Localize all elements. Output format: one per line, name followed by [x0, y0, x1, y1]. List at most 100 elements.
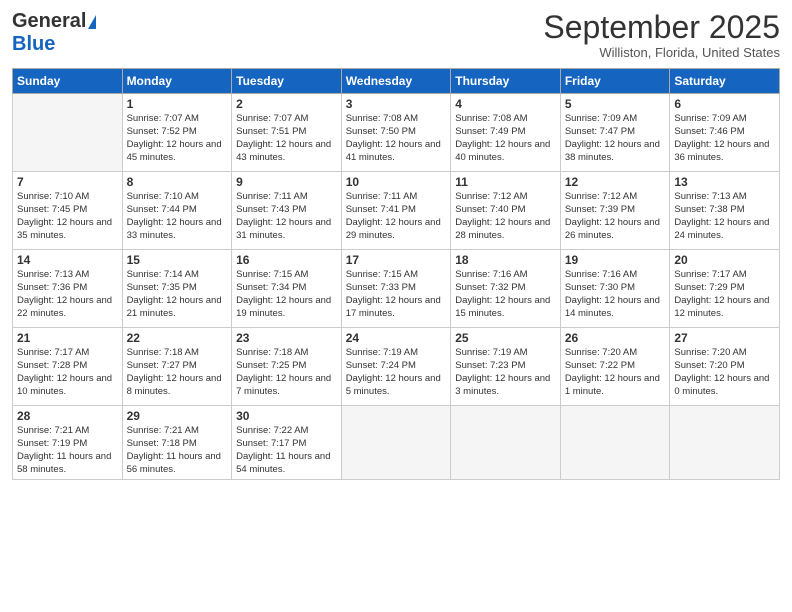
week-row-2: 7 Sunrise: 7:10 AMSunset: 7:45 PMDaylight…	[13, 172, 780, 250]
cell-details: Sunrise: 7:13 AMSunset: 7:36 PMDaylight:…	[17, 269, 118, 320]
day-number: 4	[455, 97, 556, 111]
cell-details: Sunrise: 7:12 AMSunset: 7:39 PMDaylight:…	[565, 191, 666, 242]
col-friday: Friday	[560, 69, 670, 94]
day-number: 28	[17, 409, 118, 423]
day-number: 7	[17, 175, 118, 189]
day-number: 12	[565, 175, 666, 189]
week-row-5: 28 Sunrise: 7:21 AMSunset: 7:19 PMDayligh…	[13, 406, 780, 480]
week-row-4: 21 Sunrise: 7:17 AMSunset: 7:28 PMDayligh…	[13, 328, 780, 406]
calendar-cell: 14 Sunrise: 7:13 AMSunset: 7:36 PMDayligh…	[13, 250, 123, 328]
day-number: 8	[127, 175, 228, 189]
cell-details: Sunrise: 7:11 AMSunset: 7:41 PMDaylight:…	[346, 191, 447, 242]
cell-details: Sunrise: 7:20 AMSunset: 7:20 PMDaylight:…	[674, 347, 775, 398]
calendar-cell: 19 Sunrise: 7:16 AMSunset: 7:30 PMDayligh…	[560, 250, 670, 328]
month-title: September 2025	[543, 10, 780, 45]
logo-general: General	[12, 10, 86, 33]
calendar-cell: 1 Sunrise: 7:07 AMSunset: 7:52 PMDaylight…	[122, 94, 232, 172]
calendar-cell: 23Sunrise: 7:18 AMSunset: 7:25 PMDayligh…	[232, 328, 342, 406]
day-number: 6	[674, 97, 775, 111]
day-number: 21	[17, 331, 118, 345]
calendar-cell: 24Sunrise: 7:19 AMSunset: 7:24 PMDayligh…	[341, 328, 451, 406]
day-number: 22	[127, 331, 228, 345]
cell-details: Sunrise: 7:15 AMSunset: 7:33 PMDaylight:…	[346, 269, 447, 320]
calendar-cell: 30 Sunrise: 7:22 AMSunset: 7:17 PMDayligh…	[232, 406, 342, 480]
col-tuesday: Tuesday	[232, 69, 342, 94]
cell-details: Sunrise: 7:10 AMSunset: 7:45 PMDaylight:…	[17, 191, 118, 242]
calendar-cell: 7 Sunrise: 7:10 AMSunset: 7:45 PMDaylight…	[13, 172, 123, 250]
logo-blue: Blue	[12, 33, 55, 56]
day-number: 25	[455, 331, 556, 345]
day-number: 1	[127, 97, 228, 111]
calendar-cell: 17 Sunrise: 7:15 AMSunset: 7:33 PMDayligh…	[341, 250, 451, 328]
cell-details: Sunrise: 7:18 AMSunset: 7:27 PMDaylight:…	[127, 347, 228, 398]
calendar-cell: 5 Sunrise: 7:09 AMSunset: 7:47 PMDaylight…	[560, 94, 670, 172]
cell-details: Sunrise: 7:21 AMSunset: 7:18 PMDaylight:…	[127, 425, 228, 476]
cell-details: Sunrise: 7:12 AMSunset: 7:40 PMDaylight:…	[455, 191, 556, 242]
col-monday: Monday	[122, 69, 232, 94]
week-row-3: 14 Sunrise: 7:13 AMSunset: 7:36 PMDayligh…	[13, 250, 780, 328]
cell-details: Sunrise: 7:17 AMSunset: 7:28 PMDaylight:…	[17, 347, 118, 398]
cell-details: Sunrise: 7:18 AMSunset: 7:25 PMDaylight:…	[236, 347, 337, 398]
day-number: 19	[565, 253, 666, 267]
cell-details: Sunrise: 7:19 AMSunset: 7:23 PMDaylight:…	[455, 347, 556, 398]
col-wednesday: Wednesday	[341, 69, 451, 94]
day-number: 17	[346, 253, 447, 267]
calendar-cell: 12 Sunrise: 7:12 AMSunset: 7:39 PMDayligh…	[560, 172, 670, 250]
calendar-cell	[451, 406, 561, 480]
day-number: 29	[127, 409, 228, 423]
day-number: 11	[455, 175, 556, 189]
calendar-cell	[341, 406, 451, 480]
calendar-cell: 26 Sunrise: 7:20 AMSunset: 7:22 PMDayligh…	[560, 328, 670, 406]
calendar-table: Sunday Monday Tuesday Wednesday Thursday…	[12, 68, 780, 480]
day-number: 30	[236, 409, 337, 423]
cell-details: Sunrise: 7:10 AMSunset: 7:44 PMDaylight:…	[127, 191, 228, 242]
cell-details: Sunrise: 7:22 AMSunset: 7:17 PMDaylight:…	[236, 425, 337, 476]
col-sunday: Sunday	[13, 69, 123, 94]
logo: General Blue	[12, 10, 96, 56]
cell-details: Sunrise: 7:20 AMSunset: 7:22 PMDaylight:…	[565, 347, 666, 398]
day-number: 24	[346, 331, 447, 345]
calendar-cell: 10 Sunrise: 7:11 AMSunset: 7:41 PMDayligh…	[341, 172, 451, 250]
day-number: 27	[674, 331, 775, 345]
calendar-cell: 20 Sunrise: 7:17 AMSunset: 7:29 PMDayligh…	[670, 250, 780, 328]
day-number: 15	[127, 253, 228, 267]
calendar-cell: 16Sunrise: 7:15 AMSunset: 7:34 PMDayligh…	[232, 250, 342, 328]
day-number: 18	[455, 253, 556, 267]
day-number: 13	[674, 175, 775, 189]
cell-details: Sunrise: 7:17 AMSunset: 7:29 PMDaylight:…	[674, 269, 775, 320]
header-row: Sunday Monday Tuesday Wednesday Thursday…	[13, 69, 780, 94]
day-number: 9	[236, 175, 337, 189]
day-number: 3	[346, 97, 447, 111]
cell-details: Sunrise: 7:08 AMSunset: 7:49 PMDaylight:…	[455, 113, 556, 164]
col-thursday: Thursday	[451, 69, 561, 94]
day-number: 26	[565, 331, 666, 345]
col-saturday: Saturday	[670, 69, 780, 94]
calendar-cell: 9Sunrise: 7:11 AMSunset: 7:43 PMDaylight…	[232, 172, 342, 250]
cell-details: Sunrise: 7:16 AMSunset: 7:30 PMDaylight:…	[565, 269, 666, 320]
header: General Blue September 2025 Williston, F…	[12, 10, 780, 60]
cell-details: Sunrise: 7:07 AMSunset: 7:51 PMDaylight:…	[236, 113, 337, 164]
location: Williston, Florida, United States	[543, 45, 780, 60]
cell-details: Sunrise: 7:09 AMSunset: 7:47 PMDaylight:…	[565, 113, 666, 164]
calendar-cell: 4 Sunrise: 7:08 AMSunset: 7:49 PMDaylight…	[451, 94, 561, 172]
cell-details: Sunrise: 7:21 AMSunset: 7:19 PMDaylight:…	[17, 425, 118, 476]
calendar-cell: 8 Sunrise: 7:10 AMSunset: 7:44 PMDaylight…	[122, 172, 232, 250]
calendar-cell: 25 Sunrise: 7:19 AMSunset: 7:23 PMDayligh…	[451, 328, 561, 406]
calendar-cell: 11 Sunrise: 7:12 AMSunset: 7:40 PMDayligh…	[451, 172, 561, 250]
day-number: 10	[346, 175, 447, 189]
title-block: September 2025 Williston, Florida, Unite…	[543, 10, 780, 60]
calendar-cell	[670, 406, 780, 480]
week-row-1: 1 Sunrise: 7:07 AMSunset: 7:52 PMDaylight…	[13, 94, 780, 172]
day-number: 5	[565, 97, 666, 111]
calendar-cell: 18Sunrise: 7:16 AMSunset: 7:32 PMDayligh…	[451, 250, 561, 328]
cell-details: Sunrise: 7:08 AMSunset: 7:50 PMDaylight:…	[346, 113, 447, 164]
day-number: 20	[674, 253, 775, 267]
calendar-cell	[13, 94, 123, 172]
cell-details: Sunrise: 7:07 AMSunset: 7:52 PMDaylight:…	[127, 113, 228, 164]
cell-details: Sunrise: 7:13 AMSunset: 7:38 PMDaylight:…	[674, 191, 775, 242]
calendar-cell: 29 Sunrise: 7:21 AMSunset: 7:18 PMDayligh…	[122, 406, 232, 480]
cell-details: Sunrise: 7:09 AMSunset: 7:46 PMDaylight:…	[674, 113, 775, 164]
calendar-cell: 13 Sunrise: 7:13 AMSunset: 7:38 PMDayligh…	[670, 172, 780, 250]
calendar-cell: 6 Sunrise: 7:09 AMSunset: 7:46 PMDaylight…	[670, 94, 780, 172]
day-number: 14	[17, 253, 118, 267]
